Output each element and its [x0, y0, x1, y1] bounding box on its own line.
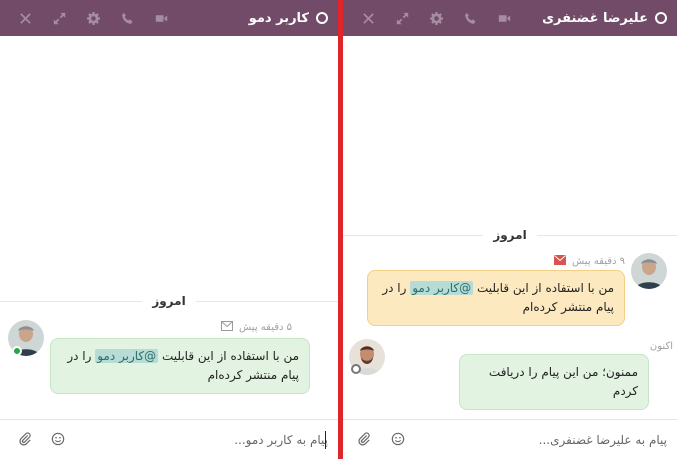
user-mention-link[interactable]: @کاربر دمو	[95, 349, 159, 363]
chat-header[interactable]: کاربر دمو	[0, 0, 338, 36]
chat-title[interactable]: علیرضا غضنفری	[542, 0, 667, 36]
chat-title[interactable]: کاربر دمو	[249, 0, 328, 36]
avatar[interactable]	[631, 253, 667, 289]
text-cursor	[325, 431, 326, 449]
message-text-start: من با استفاده از این قابلیت	[158, 349, 299, 363]
presence-status-icon	[316, 12, 328, 24]
reply-bubble[interactable]: ممنون؛ من این پیام را دریافت کردم	[459, 354, 649, 410]
chat-header[interactable]: علیرضا غضنفری	[343, 0, 677, 36]
close-icon[interactable]	[351, 0, 385, 36]
message-input[interactable]	[423, 428, 667, 452]
message-meta: ۹ دقیقه پیش	[554, 255, 625, 268]
video-camera-icon[interactable]	[144, 0, 178, 36]
message-bubble[interactable]: من با استفاده از این قابلیت @کاربر دمو ر…	[50, 338, 310, 394]
day-separator: امروز	[343, 225, 677, 245]
chat-title-text: علیرضا غضنفری	[542, 10, 648, 26]
emoji-icon[interactable]	[49, 430, 67, 448]
message-text-start: من با استفاده از این قابلیت	[473, 281, 614, 295]
chat-title-text: کاربر دمو	[248, 10, 309, 26]
presence-status-icon	[655, 12, 667, 24]
envelope-icon	[554, 255, 567, 268]
gear-icon[interactable]	[76, 0, 110, 36]
chat-window-alireza: علیرضا غضنفری امروز ۹ دقیقه پیش من با اس…	[343, 0, 677, 459]
phone-icon[interactable]	[453, 0, 487, 36]
chat-window-demo-user: کاربر دمو امروز ۵ دقیقه پیش من با استفاد…	[0, 0, 338, 459]
paperclip-icon[interactable]	[16, 430, 34, 448]
day-separator: امروز	[0, 291, 338, 311]
message-composer	[0, 419, 338, 459]
phone-icon[interactable]	[110, 0, 144, 36]
day-label: امروز	[483, 228, 537, 242]
envelope-icon	[221, 321, 234, 334]
reply-meta: اکنون	[650, 341, 673, 352]
gear-icon[interactable]	[419, 0, 453, 36]
message-time: ۹ دقیقه پیش	[572, 256, 625, 267]
expand-icon[interactable]	[42, 0, 76, 36]
user-mention-link[interactable]: @کاربر دمو	[410, 281, 474, 295]
close-icon[interactable]	[8, 0, 42, 36]
message-time: ۵ دقیقه پیش	[239, 322, 292, 333]
message-composer	[343, 419, 677, 459]
message-meta: ۵ دقیقه پیش	[221, 321, 292, 334]
reply-time: اکنون	[649, 341, 673, 352]
message-bubble[interactable]: من با استفاده از این قابلیت @کاربر دمو ر…	[367, 270, 625, 326]
online-status-icon	[12, 346, 22, 356]
header-actions	[8, 0, 178, 36]
emoji-icon[interactable]	[389, 430, 407, 448]
message-input[interactable]	[80, 428, 328, 452]
paperclip-icon[interactable]	[355, 430, 373, 448]
header-actions	[351, 0, 521, 36]
reply-text: ممنون؛ من این پیام را دریافت کردم	[488, 365, 638, 398]
away-status-icon	[351, 364, 361, 374]
expand-icon[interactable]	[385, 0, 419, 36]
day-label: امروز	[142, 294, 196, 308]
video-camera-icon[interactable]	[487, 0, 521, 36]
